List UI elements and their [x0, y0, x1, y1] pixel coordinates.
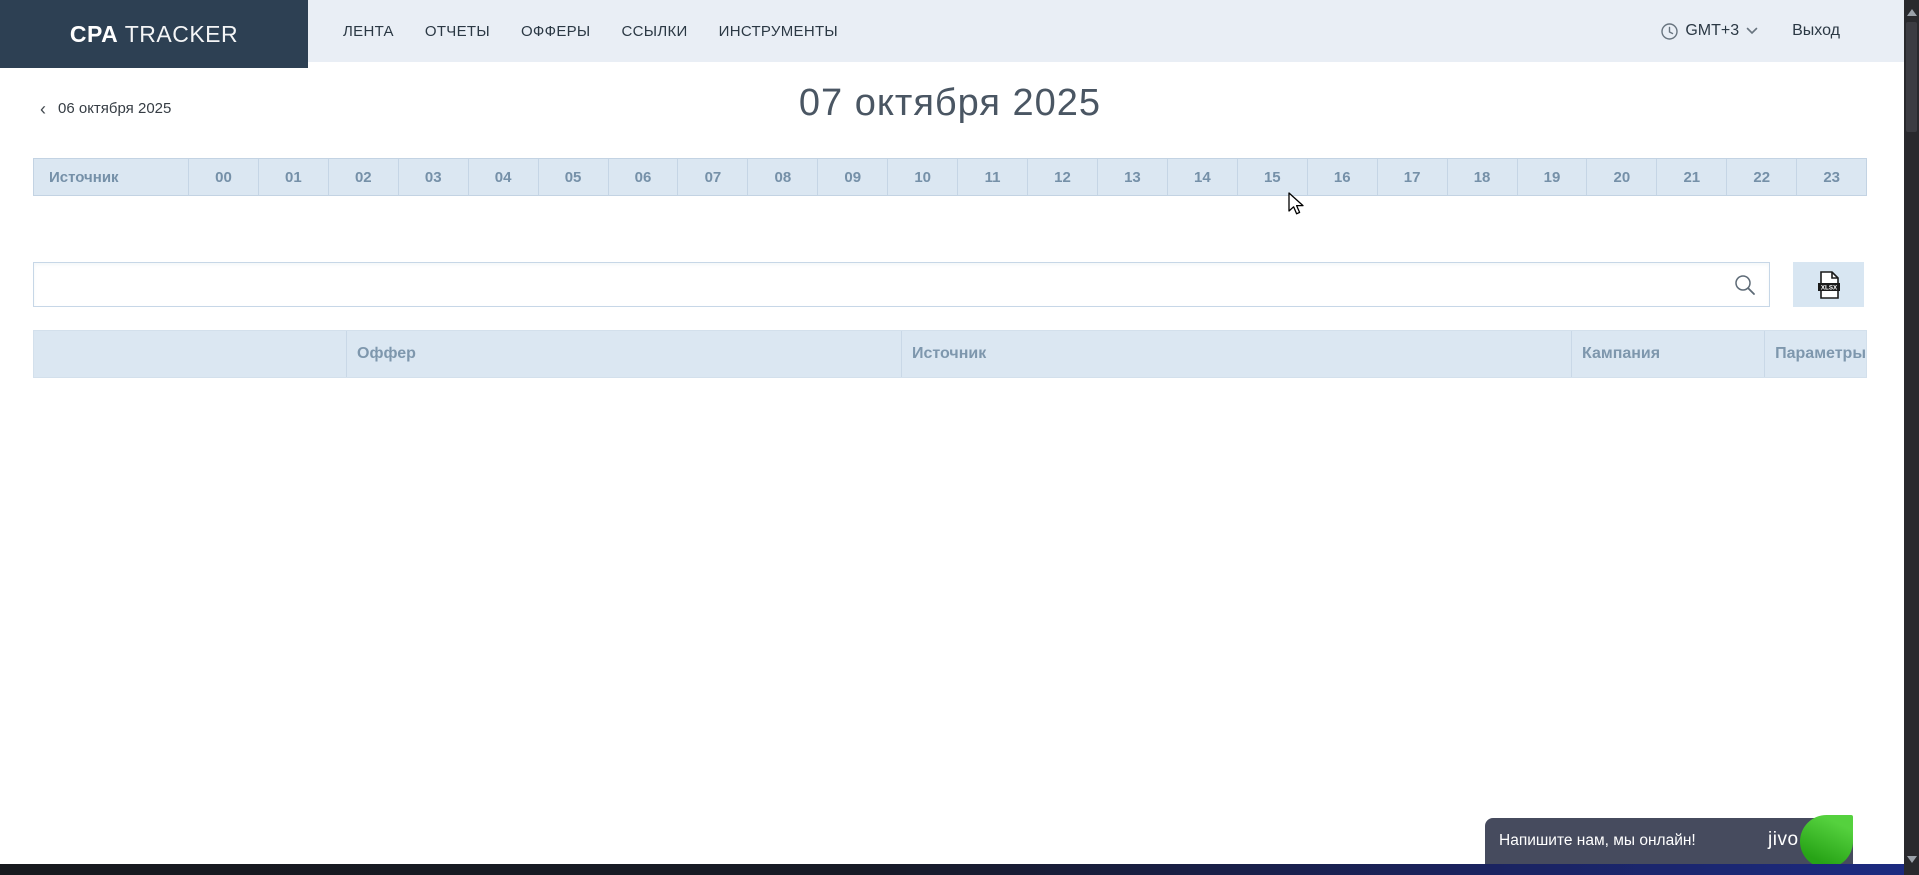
- search-input[interactable]: [34, 263, 1769, 306]
- xlsx-label: XLSX: [1820, 284, 1837, 291]
- xlsx-file-icon: XLSX: [1817, 271, 1841, 299]
- hours-source-column-header: Источник: [34, 159, 188, 195]
- chat-widget[interactable]: Напишите нам, мы онлайн! jivo: [1485, 818, 1853, 864]
- hour-column-header: 08: [747, 159, 817, 195]
- menu-item[interactable]: ЛЕНТА: [343, 23, 394, 40]
- jivo-leaf-icon[interactable]: [1800, 815, 1853, 868]
- hour-column-header: 11: [957, 159, 1027, 195]
- hour-column-header: 00: [188, 159, 258, 195]
- hour-column-header: 18: [1447, 159, 1517, 195]
- column-header: Кампания: [1571, 331, 1764, 377]
- hour-column-header: 12: [1027, 159, 1097, 195]
- hour-column-header: 22: [1726, 159, 1796, 195]
- timezone-selector[interactable]: GMT+3: [1661, 22, 1758, 40]
- hour-column-header: 14: [1167, 159, 1237, 195]
- hour-column-header: 04: [468, 159, 538, 195]
- column-header: Источник: [901, 331, 1571, 377]
- scrollbar-up-arrow[interactable]: [1904, 4, 1919, 20]
- menu-item[interactable]: ОФФЕРЫ: [521, 23, 591, 40]
- search-toolbar: XLSX: [33, 262, 1867, 307]
- scrollbar-down-arrow[interactable]: [1904, 851, 1919, 867]
- jivo-brand-label: jivo: [1768, 829, 1799, 851]
- hour-column-header: 01: [258, 159, 328, 195]
- page-header: ‹ 06 октября 2025 07 октября 2025: [0, 62, 1904, 158]
- logo-bold-text: CPA: [70, 21, 118, 48]
- hour-column-header: 09: [817, 159, 887, 195]
- hour-column-header: 10: [887, 159, 957, 195]
- search-input-wrap: [33, 262, 1770, 307]
- column-header: Оффер: [346, 331, 901, 377]
- hour-column-header: 17: [1377, 159, 1447, 195]
- hour-columns: 0001020304050607080910111213141516171819…: [188, 159, 1866, 195]
- page-title: 07 октября 2025: [0, 82, 1900, 125]
- vertical-scrollbar[interactable]: [1904, 0, 1919, 875]
- hour-column-header: 02: [328, 159, 398, 195]
- column-header: [34, 331, 346, 377]
- hour-column-header: 06: [608, 159, 678, 195]
- hour-column-header: 21: [1656, 159, 1726, 195]
- hour-column-header: 16: [1307, 159, 1377, 195]
- menu-item[interactable]: ИНСТРУМЕНТЫ: [719, 23, 838, 40]
- hours-header-row: Источник 0001020304050607080910111213141…: [33, 158, 1867, 196]
- hour-column-header: 19: [1517, 159, 1587, 195]
- hour-column-header: 13: [1097, 159, 1167, 195]
- clock-icon: [1661, 23, 1678, 40]
- menu-item[interactable]: ОТЧЕТЫ: [425, 23, 490, 40]
- chevron-down-icon: [1746, 27, 1758, 35]
- menu-item[interactable]: ССЫЛКИ: [622, 23, 688, 40]
- hour-column-header: 03: [398, 159, 468, 195]
- search-icon[interactable]: [1734, 274, 1756, 296]
- logout-link[interactable]: Выход: [1792, 22, 1840, 40]
- data-table-header-row: ОфферИсточникКампанияПараметры: [33, 330, 1867, 378]
- navbar-right-group: GMT+3 Выход: [1661, 0, 1840, 62]
- footer-edge: [0, 864, 1904, 875]
- hour-column-header: 20: [1586, 159, 1656, 195]
- export-xlsx-button[interactable]: XLSX: [1793, 262, 1864, 307]
- app-logo[interactable]: CPA TRACKER: [0, 0, 308, 68]
- hour-column-header: 07: [677, 159, 747, 195]
- hour-column-header: 15: [1237, 159, 1307, 195]
- hour-column-header: 23: [1796, 159, 1866, 195]
- hour-column-header: 05: [538, 159, 608, 195]
- logo-rest-text: TRACKER: [118, 21, 238, 48]
- scrollbar-thumb[interactable]: [1906, 22, 1917, 132]
- top-navbar: CPA TRACKER ЛЕНТА ОТЧЕТЫ ОФФЕРЫ ССЫЛКИ ИНСТР…: [0, 0, 1904, 62]
- timezone-label: GMT+3: [1685, 22, 1739, 40]
- column-header: Параметры: [1764, 331, 1866, 377]
- chat-message: Напишите нам, мы онлайн!: [1499, 818, 1696, 864]
- main-menu: ЛЕНТА ОТЧЕТЫ ОФФЕРЫ ССЫЛКИ ИНСТРУМЕНТЫ: [343, 0, 838, 62]
